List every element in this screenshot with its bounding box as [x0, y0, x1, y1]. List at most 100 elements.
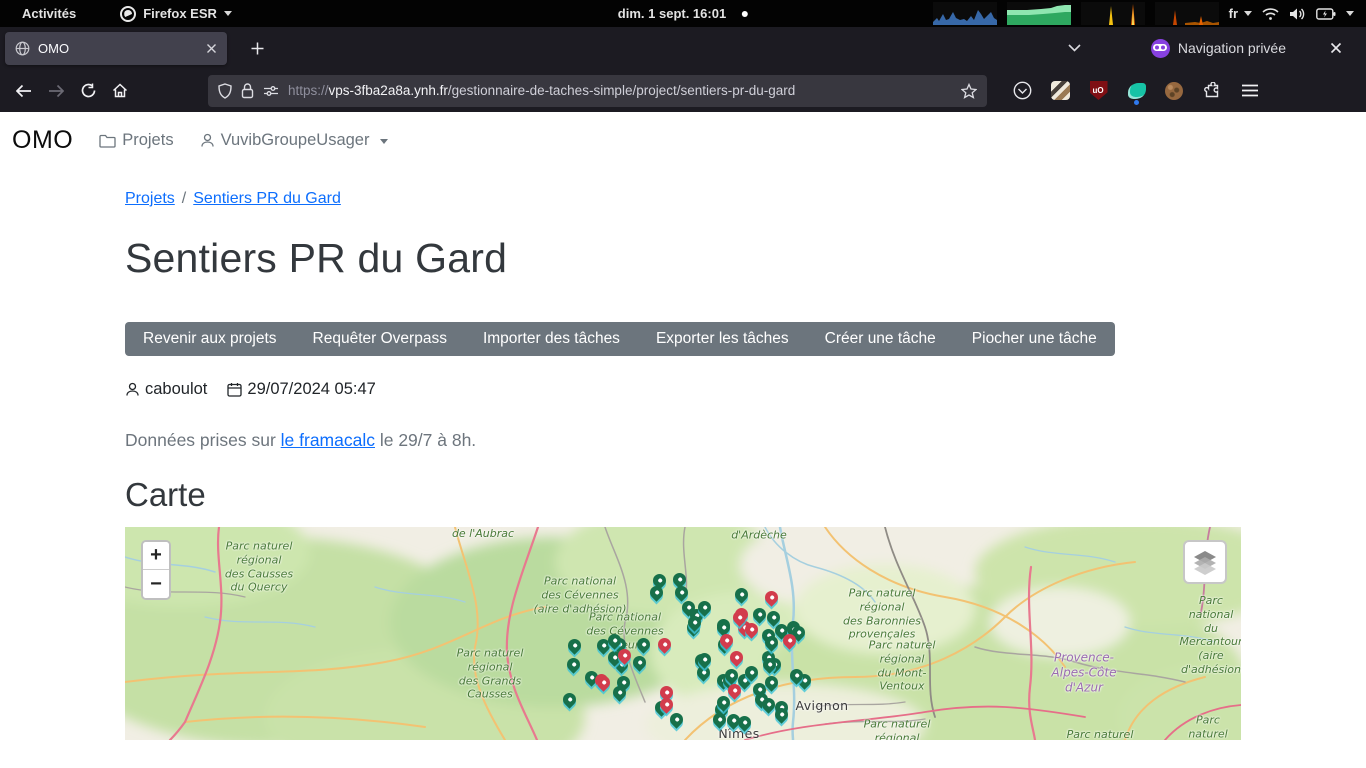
map-marker-green[interactable] [565, 636, 583, 654]
breadcrumb: Projets / Sentiers PR du Gard [125, 190, 1241, 208]
app-menu-label: Firefox ESR [143, 6, 217, 21]
nav-user-label: VuvibGroupeUsager [221, 131, 370, 150]
nav-projects-label: Projets [122, 131, 173, 150]
map-marker-green[interactable] [732, 585, 750, 603]
system-menu-chevron-icon[interactable] [1346, 11, 1354, 16]
forward-button[interactable] [40, 76, 72, 106]
tab-title: OMO [38, 41, 198, 56]
map-marker-red[interactable] [762, 588, 780, 606]
map-marker-red[interactable] [727, 648, 745, 666]
calendar-icon [227, 382, 242, 397]
pocket-icon[interactable] [1013, 81, 1032, 100]
gnome-top-bar: Activités Firefox ESR dim. 1 sept. 16:01 [0, 0, 1366, 27]
creation-date: 29/07/2024 05:47 [247, 380, 375, 399]
clock-button[interactable]: dim. 1 sept. 16:01 [618, 6, 748, 21]
ublock-letters: uO [1090, 81, 1108, 100]
network-graph[interactable] [1081, 2, 1145, 25]
description-suffix: le 29/7 à 8h. [375, 430, 476, 450]
home-button[interactable] [104, 76, 136, 106]
breadcrumb-current-link[interactable]: Sentiers PR du Gard [193, 190, 341, 207]
cpu-graph[interactable] [933, 2, 997, 25]
nav-user-dropdown[interactable]: VuvibGroupeUsager [200, 131, 389, 150]
framacalc-link[interactable]: le framacalc [281, 430, 375, 450]
new-tab-button[interactable] [241, 33, 273, 63]
map-marker-red[interactable] [655, 635, 673, 653]
map-marker-green[interactable] [667, 710, 685, 728]
zoom-in-button[interactable]: + [143, 542, 169, 570]
private-browsing-indicator: Navigation privée [1151, 39, 1286, 58]
screen: Activités Firefox ESR dim. 1 sept. 16:01 [0, 0, 1366, 768]
url-scheme: https:// [288, 83, 329, 98]
chevron-down-icon [1244, 11, 1252, 16]
cookie-extension-icon[interactable] [1165, 82, 1183, 100]
site-navbar: OMO Projets VuvibGroupeUsager [0, 112, 1366, 169]
url-path: /gestionnaire-de-taches-simple/project/s… [448, 83, 795, 98]
map-marker-green[interactable] [750, 605, 768, 623]
overpass-query-button[interactable]: Requêter Overpass [295, 322, 465, 356]
export-tasks-button[interactable]: Exporter les tâches [638, 322, 807, 356]
app-menu-button[interactable]: Firefox ESR [120, 6, 232, 22]
breadcrumb-projects-link[interactable]: Projets [125, 190, 175, 207]
volume-icon[interactable] [1289, 7, 1306, 21]
memory-graph[interactable] [1007, 2, 1071, 25]
map-canvas[interactable]: de l'AubracParc naturel régional des Cau… [125, 527, 1241, 740]
tab-omo[interactable]: OMO [5, 32, 227, 65]
keyboard-layout-label: fr [1229, 6, 1238, 21]
list-all-tabs-button[interactable] [1059, 33, 1091, 63]
globe-icon [15, 41, 30, 56]
wifi-icon[interactable] [1262, 7, 1279, 21]
breadcrumb-separator: / [182, 190, 186, 207]
ublock-origin-icon[interactable]: uO [1089, 81, 1108, 100]
reload-button[interactable] [72, 76, 104, 106]
pick-task-button[interactable]: Piocher une tâche [954, 322, 1115, 356]
chevron-down-icon [224, 11, 232, 16]
chevron-down-icon [380, 139, 388, 144]
permissions-icon[interactable] [263, 85, 279, 97]
map-zoom-control: + − [141, 540, 171, 600]
zoom-out-button[interactable]: − [143, 570, 169, 598]
window-close-button[interactable] [1320, 33, 1352, 63]
privacy-badger-icon[interactable] [1051, 81, 1070, 100]
map-markers-layer [125, 527, 1241, 740]
description-prefix: Données prises sur [125, 430, 281, 450]
tracking-shield-icon[interactable] [218, 83, 232, 99]
action-button-bar: Revenir aux projets Requêter Overpass Im… [125, 322, 1115, 356]
layers-icon [1192, 549, 1218, 575]
map-marker-green[interactable] [564, 655, 582, 673]
map-marker-green[interactable] [560, 690, 578, 708]
map-marker-green[interactable] [634, 635, 652, 653]
map-heading: Carte [125, 476, 1241, 514]
private-browsing-label: Navigation privée [1178, 40, 1286, 56]
browser-toolbar: https://vps-3fba2a8a.ynh.fr/gestionnaire… [0, 69, 1366, 112]
tab-close-icon[interactable] [206, 43, 217, 54]
person-icon [125, 382, 140, 397]
map-marker-green[interactable] [630, 653, 648, 671]
firefox-icon [120, 6, 136, 22]
map-layers-control[interactable] [1183, 540, 1227, 584]
extensions-puzzle-icon[interactable] [1202, 81, 1221, 100]
site-brand[interactable]: OMO [12, 126, 73, 155]
keyboard-layout-button[interactable]: fr [1229, 6, 1252, 21]
disk-graph[interactable] [1155, 2, 1219, 25]
teal-extension-icon[interactable] [1127, 81, 1146, 100]
project-description: Données prises sur le framacalc le 29/7 … [125, 430, 1241, 451]
page-title: Sentiers PR du Gard [125, 235, 1241, 282]
create-task-button[interactable]: Créer une tâche [807, 322, 954, 356]
activities-button[interactable]: Activités [14, 6, 84, 21]
folder-icon [99, 134, 116, 148]
lock-icon[interactable] [241, 83, 254, 99]
back-to-projects-button[interactable]: Revenir aux projets [125, 322, 295, 356]
project-meta: caboulot 29/07/2024 05:47 [125, 380, 1241, 399]
bookmark-star-icon[interactable] [961, 83, 977, 99]
clock-label: dim. 1 sept. 16:01 [618, 6, 726, 21]
back-button[interactable] [8, 76, 40, 106]
menu-hamburger-icon[interactable] [1240, 81, 1259, 100]
map-marker-green[interactable] [672, 583, 690, 601]
person-icon [200, 133, 215, 148]
url-host: vps-3fba2a8a.ynh.fr [329, 83, 448, 98]
nav-projects-link[interactable]: Projets [99, 131, 173, 150]
url-text: https://vps-3fba2a8a.ynh.fr/gestionnaire… [288, 83, 952, 98]
url-bar[interactable]: https://vps-3fba2a8a.ynh.fr/gestionnaire… [208, 75, 987, 107]
battery-icon[interactable] [1316, 8, 1336, 20]
import-tasks-button[interactable]: Importer des tâches [465, 322, 638, 356]
